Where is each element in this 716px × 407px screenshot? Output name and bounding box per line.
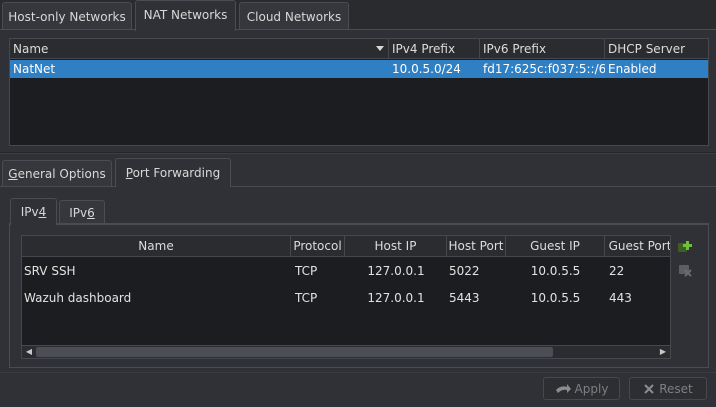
cell-guest-port: 22 (609, 264, 625, 278)
apply-button[interactable]: Apply (543, 377, 620, 400)
cell-guest-ip: 10.0.5.5 (530, 291, 581, 305)
top-tab-bar: Host-only Networks NAT Networks Cloud Ne… (0, 0, 716, 31)
cell-guest-ip: 10.0.5.5 (530, 264, 581, 278)
cell-network-name: NatNet (13, 62, 56, 76)
table-header: Name Protocol Host IP Host Port Guest IP… (22, 236, 670, 257)
splitter-handle[interactable] (0, 152, 716, 154)
port-forwarding-table[interactable]: Name Protocol Host IP Host Port Guest IP… (21, 235, 671, 359)
column-header-ipv4-prefix[interactable]: IPv4 Prefix (389, 39, 480, 59)
column-header-guest-ip[interactable]: Guest IP (506, 236, 605, 257)
cell-host-ip: 127.0.0.1 (367, 264, 425, 278)
nat-networks-table[interactable]: Name IPv4 Prefix IPv6 Prefix DHCP Server… (9, 38, 709, 146)
tab-nat-networks[interactable]: NAT Networks (135, 0, 236, 31)
tab-ipv4[interactable]: IPv4 (10, 198, 57, 225)
column-header-guest-port[interactable]: Guest Port (605, 236, 670, 257)
column-header-protocol[interactable]: Protocol (291, 236, 345, 257)
cell-rule-name: SRV SSH (24, 264, 76, 278)
remove-rule-button[interactable] (676, 261, 694, 279)
cell-host-port: 5022 (449, 264, 480, 278)
tab-divider (0, 186, 716, 187)
tab-host-only-networks[interactable]: Host-only Networks (2, 2, 132, 30)
cell-host-port: 5443 (449, 291, 480, 305)
cell-host-ip: 127.0.0.1 (367, 291, 425, 305)
sort-descending-icon (376, 46, 384, 51)
scrollbar-thumb[interactable] (36, 347, 553, 357)
column-header-dhcp-server[interactable]: DHCP Server (605, 39, 708, 59)
remove-rule-icon (679, 265, 692, 277)
tab-port-forwarding[interactable]: Port Forwarding (115, 158, 231, 187)
table-row[interactable]: SRV SSH TCP 127.0.0.1 5022 10.0.5.5 22 (22, 258, 670, 284)
cell-protocol: TCP (295, 291, 318, 305)
horizontal-scrollbar[interactable]: ◀ ▶ (22, 345, 670, 358)
button-bar-divider (0, 372, 716, 373)
column-header-host-port[interactable]: Host Port (447, 236, 506, 257)
column-header-host-ip[interactable]: Host IP (345, 236, 447, 257)
cell-dhcp-server: Enabled (608, 62, 657, 76)
cell-guest-port: 443 (609, 291, 632, 305)
cell-ipv6-prefix: fd17:625c:f037:5::/64 (483, 62, 605, 76)
scroll-left-arrow-icon[interactable]: ◀ (23, 346, 35, 358)
add-rule-icon (678, 241, 692, 252)
column-header-ipv6-prefix[interactable]: IPv6 Prefix (480, 39, 605, 59)
table-row[interactable]: Wazuh dashboard TCP 127.0.0.1 5443 10.0.… (22, 285, 670, 311)
cell-protocol: TCP (295, 264, 318, 278)
add-rule-button[interactable] (676, 238, 694, 256)
column-header-name[interactable]: Name (22, 236, 291, 257)
tab-divider (0, 29, 716, 30)
reset-icon (644, 383, 654, 394)
cell-rule-name: Wazuh dashboard (24, 291, 132, 305)
tab-cloud-networks[interactable]: Cloud Networks (239, 2, 349, 30)
cell-ipv4-prefix: 10.0.5.0/24 (392, 62, 461, 76)
reset-button[interactable]: Reset (629, 377, 707, 400)
tab-general-options[interactable]: General Options (2, 160, 112, 186)
scroll-right-arrow-icon[interactable]: ▶ (657, 346, 669, 358)
table-header: Name IPv4 Prefix IPv6 Prefix DHCP Server (10, 39, 708, 59)
column-header-name[interactable]: Name (10, 39, 389, 59)
apply-icon (555, 383, 571, 393)
tab-ipv6[interactable]: IPv6 (59, 200, 105, 224)
table-row-selected[interactable]: NatNet 10.0.5.0/24 fd17:625c:f037:5::/64… (10, 60, 708, 78)
